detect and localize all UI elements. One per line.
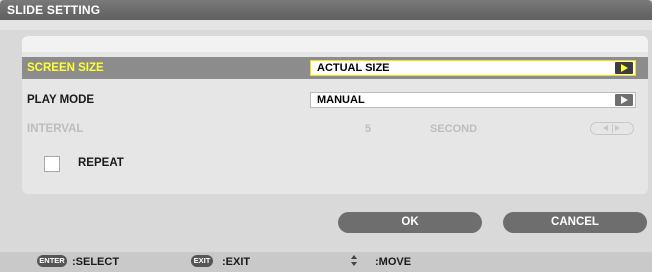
interval-row: INTERVAL 5 SECOND: [22, 118, 648, 140]
key-guide-bar: ENTER :SELECT EXIT :EXIT :MOVE: [0, 252, 652, 272]
screen-size-value: ACTUAL SIZE: [317, 62, 390, 74]
slide-setting-dialog: SLIDE SETTING SCREEN SIZE ACTUAL SIZE PL…: [0, 0, 652, 272]
play-mode-select[interactable]: MANUAL: [310, 92, 636, 108]
panel-header-strip: [22, 36, 648, 52]
repeat-checkbox[interactable]: [44, 156, 60, 172]
title-divider: [0, 20, 652, 30]
screen-size-row[interactable]: SCREEN SIZE ACTUAL SIZE: [22, 57, 648, 79]
stepper-divider: [611, 124, 613, 133]
move-hint: :MOVE: [375, 256, 412, 268]
chevron-right-icon[interactable]: [615, 94, 633, 106]
cancel-button[interactable]: CANCEL: [503, 212, 647, 233]
play-mode-row[interactable]: PLAY MODE MANUAL: [22, 89, 648, 111]
play-mode-value: MANUAL: [317, 94, 365, 106]
screen-size-select[interactable]: ACTUAL SIZE: [310, 60, 636, 76]
exit-key-icon: EXIT: [191, 255, 213, 267]
ok-button[interactable]: OK: [338, 212, 482, 233]
enter-key-icon: ENTER: [37, 255, 67, 267]
dialog-title: SLIDE SETTING: [7, 3, 101, 17]
exit-hint: :EXIT: [222, 256, 251, 268]
up-down-arrows-icon: [351, 255, 357, 268]
arrow-right-icon: [615, 125, 620, 131]
arrow-left-icon: [603, 125, 608, 131]
screen-size-label: SCREEN SIZE: [27, 62, 104, 74]
interval-stepper: [590, 122, 634, 135]
title-bar: SLIDE SETTING: [0, 0, 652, 20]
repeat-label: REPEAT: [78, 157, 124, 169]
play-mode-label: PLAY MODE: [27, 94, 95, 106]
interval-label: INTERVAL: [27, 123, 84, 135]
chevron-right-icon[interactable]: [615, 62, 633, 74]
interval-value: 5: [365, 123, 372, 135]
select-hint: :SELECT: [72, 256, 120, 268]
interval-unit: SECOND: [430, 123, 478, 135]
